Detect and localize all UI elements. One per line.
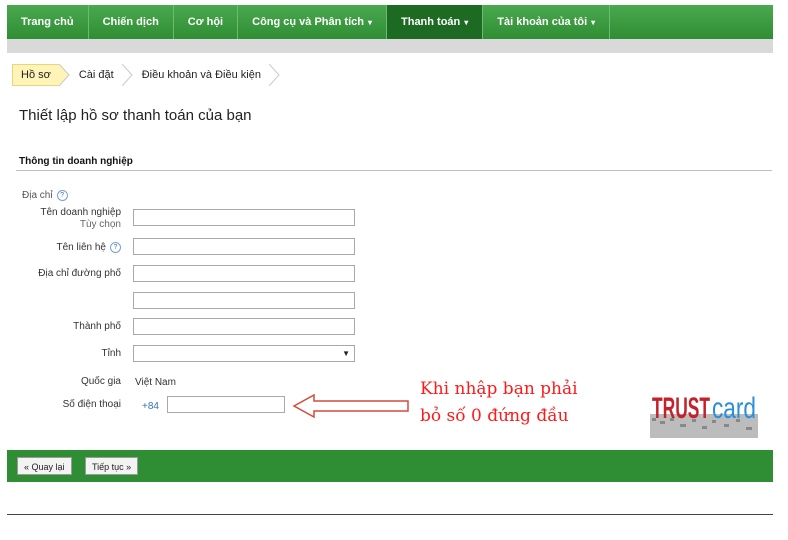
address-label: Địa chỉ? xyxy=(22,190,68,201)
breadcrumb-step-profile[interactable]: Hồ sơ xyxy=(12,64,59,86)
chevron-down-icon: ▾ xyxy=(367,18,372,27)
left-arrow-annotation-icon xyxy=(292,393,409,419)
section-header: Thông tin doanh nghiệp xyxy=(19,156,133,167)
province-select[interactable]: ▼ xyxy=(133,345,355,362)
province-label: Tỉnh xyxy=(101,348,121,359)
back-button[interactable]: « Quay lại xyxy=(17,457,72,475)
logo-wordmark: TRUST xyxy=(652,392,710,425)
chevron-right-icon xyxy=(58,64,71,86)
help-icon[interactable]: ? xyxy=(56,190,68,201)
subnav-band xyxy=(7,39,773,53)
nav-item-home[interactable]: Trang chủ xyxy=(7,5,89,39)
city-label: Thành phố xyxy=(73,321,121,332)
business-name-label: Tên doanh nghiệp Tùy chọn xyxy=(40,207,121,230)
annotation-note: Khi nhập bạn phải bỏ số 0 đứng đầu xyxy=(420,376,578,430)
breadcrumb: Hồ sơ Cài đặt Điều khoản và Điều kiện xyxy=(12,64,281,86)
breadcrumb-step-settings[interactable]: Cài đặt xyxy=(71,64,122,86)
street-address-label: Địa chỉ đường phố xyxy=(38,268,121,279)
annotation-line: Khi nhập bạn phải xyxy=(420,379,578,399)
annotation-line: bỏ số 0 đứng đầu xyxy=(420,406,569,426)
chevron-down-icon: ▼ xyxy=(342,349,350,358)
chevron-down-icon: ▾ xyxy=(464,18,469,27)
phone-input[interactable] xyxy=(167,396,285,413)
top-nav: Trang chủ Chiến dịch Cơ hội Công cụ và P… xyxy=(7,5,773,39)
divider xyxy=(7,514,773,515)
nav-item-billing[interactable]: Thanh toán ▾ xyxy=(387,5,484,39)
nav-item-campaigns[interactable]: Chiến dịch xyxy=(89,5,174,39)
breadcrumb-step-terms[interactable]: Điều khoản và Điều kiện xyxy=(134,64,269,86)
chevron-right-icon xyxy=(268,64,281,86)
phone-country-code: +84 xyxy=(142,401,159,412)
phone-label: Số điện thoại xyxy=(62,399,121,410)
country-value: Việt Nam xyxy=(135,377,176,388)
help-icon[interactable]: ? xyxy=(110,242,121,253)
chevron-down-icon: ▾ xyxy=(591,18,596,27)
nav-item-opportunities[interactable]: Cơ hội xyxy=(174,5,239,39)
contact-name-input[interactable] xyxy=(133,238,355,255)
contact-name-label: Tên liên hệ? xyxy=(57,242,121,254)
nav-item-my-account[interactable]: Tài khoản của tôi ▾ xyxy=(483,5,611,39)
business-name-input[interactable] xyxy=(133,209,355,226)
street-address-input[interactable] xyxy=(133,265,355,282)
street-address-line2-input[interactable] xyxy=(133,292,355,309)
page-title: Thiết lập hồ sơ thanh toán của bạn xyxy=(19,107,252,124)
country-label: Quốc gia xyxy=(80,376,121,387)
trustcard-logo: TRUST card xyxy=(650,392,758,438)
logo-wordmark-card: card xyxy=(712,392,756,425)
continue-button[interactable]: Tiếp tục » xyxy=(85,457,139,475)
city-input[interactable] xyxy=(133,318,355,335)
nav-item-tools[interactable]: Công cụ và Phân tích ▾ xyxy=(238,5,387,39)
chevron-right-icon xyxy=(121,64,134,86)
divider xyxy=(16,170,772,171)
